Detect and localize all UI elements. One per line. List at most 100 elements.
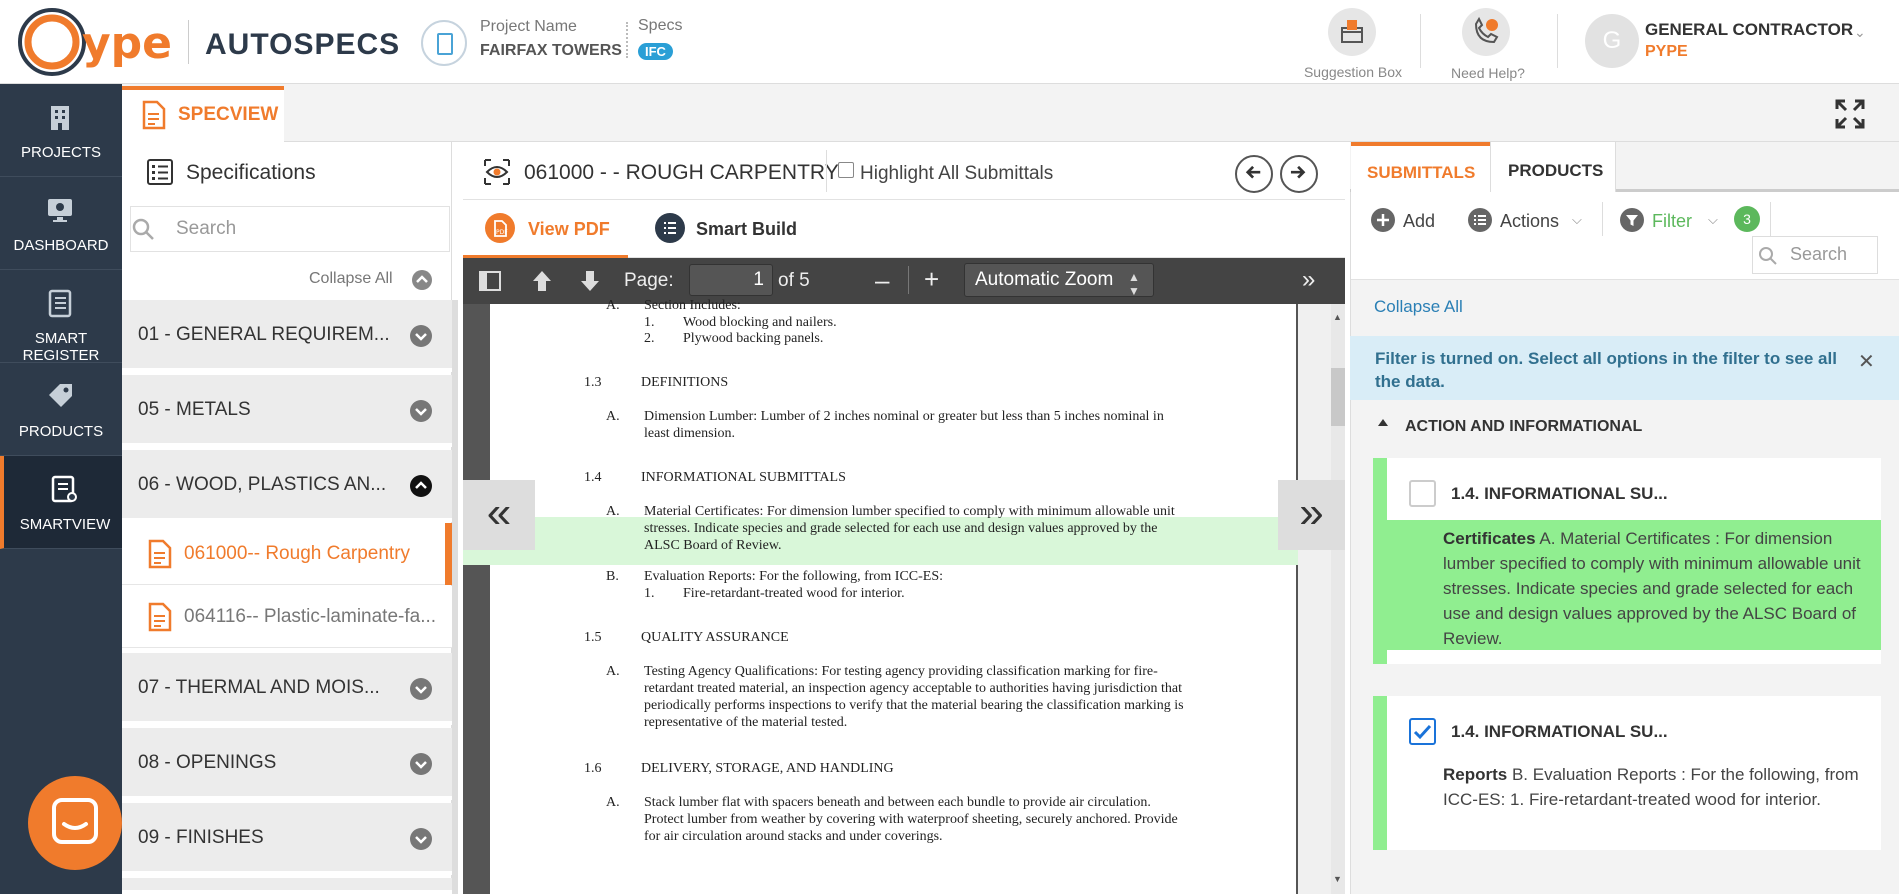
zoom-out-minus-icon[interactable]: –: [875, 265, 889, 296]
project-building-icon[interactable]: [421, 20, 467, 66]
project-name-value[interactable]: FAIRFAX TOWERS: [480, 42, 622, 60]
submittal-type: Certificates: [1443, 529, 1536, 548]
pdf-line-text: Protect lumber from weather by covering …: [644, 812, 1178, 827]
pdf-scrollbar-thumb[interactable]: [1331, 368, 1345, 426]
filter-button[interactable]: Filter: [1652, 211, 1692, 232]
specs-badge[interactable]: IFC: [638, 43, 673, 60]
tab-specview-label[interactable]: SPECVIEW: [178, 104, 278, 126]
pdf-line-text: representative of the material tested.: [644, 715, 848, 730]
svg-text:ype: ype: [82, 18, 172, 69]
sidebar-item-projects[interactable]: PROJECTS: [0, 84, 122, 177]
sidebar-toggle-icon[interactable]: [478, 270, 502, 292]
zoom-in-plus-icon[interactable]: +: [924, 264, 939, 295]
header-dotted-divider: [626, 22, 628, 58]
previous-page-arrow-up-icon[interactable]: [530, 268, 554, 294]
suggestion-box-button[interactable]: [1328, 8, 1376, 56]
chevron-up-icon[interactable]: [412, 270, 432, 290]
smart-build-list-icon: [655, 213, 685, 243]
spec-subsection-061000[interactable]: 061000-- Rough Carpentry: [122, 523, 452, 585]
actions-button[interactable]: Actions: [1500, 211, 1559, 232]
tools-more-double-chevron-icon[interactable]: »: [1302, 266, 1315, 294]
submittal-description: Certificates A. Material Certificates : …: [1387, 520, 1881, 650]
pdf-line-text: Testing Agency Qualifications: For testi…: [644, 664, 1158, 679]
checkmark-icon: [1413, 724, 1432, 740]
page-label: Page:: [624, 270, 674, 291]
filter-funnel-icon[interactable]: [1620, 208, 1644, 232]
page-count: of 5: [778, 270, 810, 291]
need-help-button[interactable]: [1462, 8, 1510, 56]
user-company: PYPE: [1645, 43, 1688, 60]
section-title: 06 - WOOD, PLASTICS AN...: [138, 474, 387, 495]
toolbar-divider: [1770, 202, 1771, 236]
submittal-card[interactable]: 1.4. INFORMATIONAL SU... Certificates A.…: [1373, 458, 1881, 664]
tab-view-pdf-label[interactable]: View PDF: [528, 219, 610, 240]
collapse-all-link[interactable]: Collapse All: [1374, 297, 1463, 317]
fullscreen-expand-icon[interactable]: [1834, 98, 1866, 130]
sidebar-item-smartview[interactable]: SMARTVIEW: [0, 456, 122, 549]
next-section-arrow-right-icon[interactable]: [1280, 155, 1318, 193]
add-plus-icon[interactable]: [1371, 208, 1395, 232]
sidebar-item-smart-register[interactable]: SMART REGISTER: [0, 270, 122, 364]
filter-chevron-down-icon[interactable]: ⌵: [1708, 212, 1718, 228]
submittal-card[interactable]: 1.4. INFORMATIONAL SU... Reports B. Eval…: [1373, 696, 1881, 850]
actions-chevron-down-icon[interactable]: ⌵: [1572, 212, 1582, 228]
user-role-name[interactable]: GENERAL CONTRACTOR: [1645, 20, 1853, 40]
spec-section-09[interactable]: 09 - FINISHES: [122, 803, 452, 875]
section-title: 01 - GENERAL REQUIREM...: [138, 324, 390, 345]
highlight-all-label[interactable]: Highlight All Submittals: [860, 163, 1053, 185]
chevron-down-icon[interactable]: [410, 828, 432, 850]
smartview-icon: [51, 475, 77, 503]
user-menu-chevron-down-icon[interactable]: ⌄: [1854, 24, 1866, 41]
chevron-up-icon[interactable]: [410, 475, 432, 497]
pdf-line-text: QUALITY ASSURANCE: [641, 630, 789, 645]
search-icon: [1759, 247, 1777, 265]
tab-submittals-label[interactable]: SUBMITTALS: [1367, 163, 1475, 183]
spec-section-01[interactable]: 01 - GENERAL REQUIREM...: [122, 300, 452, 372]
tab-smart-build-label[interactable]: Smart Build: [696, 219, 797, 240]
document-icon: [142, 100, 166, 130]
pdf-line-text: Evaluation Reports: For the following, f…: [644, 569, 944, 584]
tab-products-label[interactable]: PRODUCTS: [1508, 161, 1603, 181]
actions-list-icon[interactable]: [1468, 208, 1492, 232]
close-icon[interactable]: ✕: [1858, 349, 1875, 374]
header-divider: [1557, 14, 1558, 68]
submittal-title: 1.4. INFORMATIONAL SU...: [1451, 484, 1668, 503]
tag-icon: [49, 384, 72, 407]
chevron-down-icon[interactable]: [410, 753, 432, 775]
sidebar-item-products[interactable]: PRODUCTS: [0, 363, 122, 456]
scroll-down-arrow-icon[interactable]: ▼: [1333, 874, 1342, 884]
pdf-prev-double-chevron-icon[interactable]: «: [463, 480, 535, 550]
submittal-checkbox-checked[interactable]: [1409, 718, 1436, 745]
spec-subsection-064116[interactable]: 064116-- Plastic-laminate-fa...: [122, 586, 452, 648]
collapse-all-link[interactable]: Collapse All: [309, 270, 393, 288]
scroll-up-arrow-icon[interactable]: ▲: [1333, 312, 1342, 322]
spec-section-06[interactable]: 06 - WOOD, PLASTICS AN...: [122, 450, 452, 522]
spec-section-07[interactable]: 07 - THERMAL AND MOIS...: [122, 653, 452, 725]
add-button[interactable]: Add: [1403, 211, 1435, 232]
subsection-title: 064116-- Plastic-laminate-fa...: [184, 606, 437, 627]
pdf-line-text: Fire-retardant-treated wood for interior…: [683, 586, 905, 601]
previous-section-arrow-left-icon[interactable]: [1235, 155, 1273, 193]
next-page-arrow-down-icon[interactable]: [578, 268, 602, 294]
spec-section-05[interactable]: 05 - METALS: [122, 375, 452, 447]
spec-list-scrollbar[interactable]: [452, 300, 458, 894]
pdf-next-double-chevron-icon[interactable]: »: [1278, 480, 1345, 550]
zoom-select[interactable]: Automatic Zoom: [964, 263, 1154, 297]
chevron-down-icon[interactable]: [410, 400, 432, 422]
chevron-down-icon[interactable]: [410, 678, 432, 700]
chat-launcher-button[interactable]: [28, 776, 122, 870]
chevron-down-icon[interactable]: [410, 325, 432, 347]
spec-section-more: [122, 878, 452, 894]
submittal-checkbox[interactable]: [1409, 480, 1436, 507]
user-avatar[interactable]: G: [1585, 14, 1639, 68]
highlight-all-checkbox[interactable]: [838, 162, 854, 178]
pdf-line-text: ALSC Board of Review.: [644, 538, 782, 553]
pype-logo[interactable]: ype: [16, 6, 186, 78]
pdf-line-number: 1.: [644, 315, 655, 330]
page-number-input[interactable]: 1: [689, 264, 773, 296]
submittal-type: Reports: [1443, 765, 1508, 784]
spec-section-08[interactable]: 08 - OPENINGS: [122, 728, 452, 800]
group-collapse-caret-icon[interactable]: [1378, 419, 1388, 426]
sidebar-item-dashboard[interactable]: DASHBOARD: [0, 177, 122, 270]
group-title[interactable]: ACTION AND INFORMATIONAL: [1405, 418, 1642, 436]
